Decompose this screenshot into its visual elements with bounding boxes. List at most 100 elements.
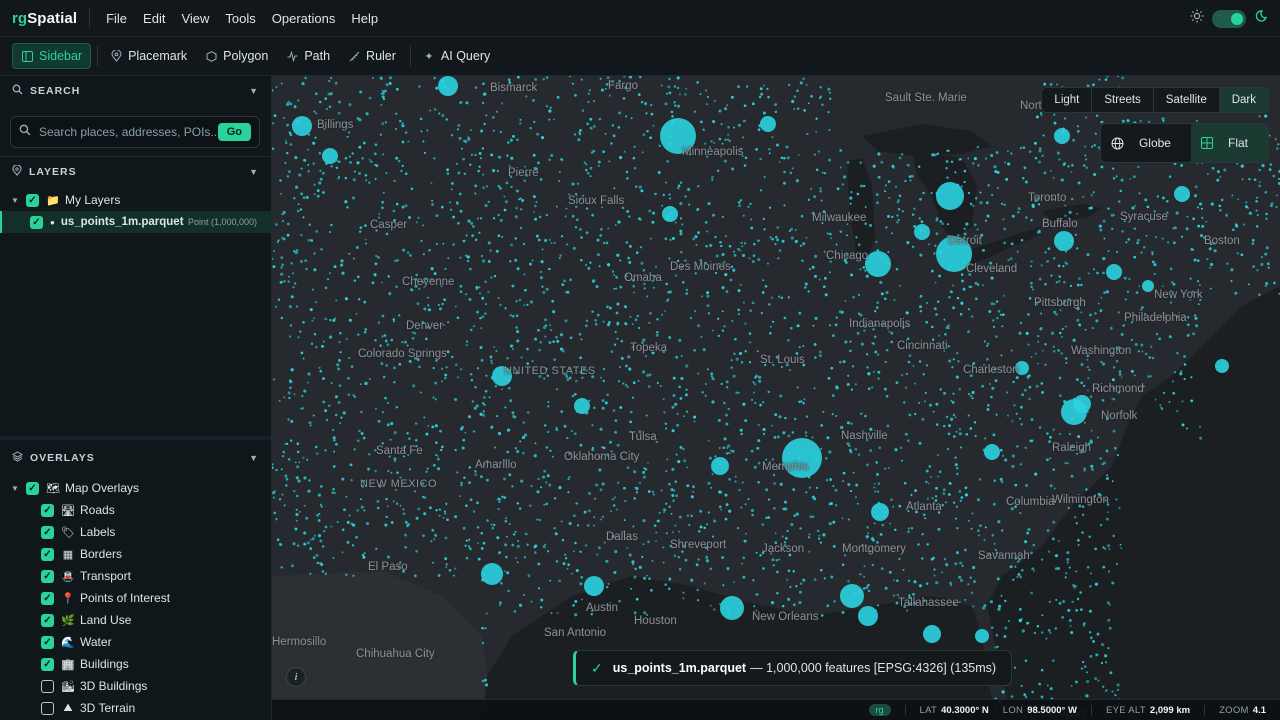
- basemap-streets-button[interactable]: Streets: [1092, 88, 1154, 112]
- map-point: [901, 374, 904, 377]
- map-point: [673, 85, 677, 88]
- map-point: [841, 517, 844, 520]
- overlay-checkbox[interactable]: ✓: [41, 657, 54, 671]
- info-icon[interactable]: i: [286, 667, 306, 687]
- map-point: [1066, 462, 1069, 465]
- overlay-group-checkbox[interactable]: ✓: [26, 481, 39, 495]
- panel-resize-handle[interactable]: [0, 436, 271, 440]
- menu-operations[interactable]: Operations: [264, 11, 344, 26]
- overlay-item[interactable]: ✓ 📍 Points of Interest: [0, 587, 271, 609]
- polygon-button[interactable]: Polygon: [197, 44, 276, 68]
- chevron-down-icon[interactable]: ▼: [249, 453, 259, 463]
- overlay-item[interactable]: ✓ 🛣 Roads: [0, 499, 271, 521]
- basemap-light-button[interactable]: Light: [1042, 88, 1093, 112]
- map-point: [1266, 262, 1270, 266]
- path-button[interactable]: Path: [278, 44, 338, 68]
- map-point: [729, 278, 733, 282]
- overlay-checkbox[interactable]: ✓: [41, 613, 54, 627]
- sidebar-toggle-button[interactable]: Sidebar: [12, 43, 92, 69]
- menu-edit[interactable]: Edit: [135, 11, 173, 26]
- map-point: [724, 517, 728, 521]
- map-point: [1085, 694, 1089, 698]
- overlay-item[interactable]: ✓ ▦ Borders: [0, 543, 271, 565]
- search-section-header[interactable]: SEARCH ▼: [0, 76, 271, 106]
- overlay-checkbox[interactable]: ✓: [41, 635, 54, 649]
- map-point: [296, 442, 300, 445]
- map-point: [380, 77, 383, 80]
- map-point: [767, 498, 771, 501]
- ai-query-button[interactable]: ✦ AI Query: [415, 44, 498, 68]
- search-input[interactable]: [39, 125, 218, 139]
- overlay-item[interactable]: ✓ 🏢 Buildings: [0, 653, 271, 675]
- map-point: [385, 232, 389, 236]
- expand-caret-icon[interactable]: ▼: [8, 196, 22, 205]
- layers-section-header[interactable]: LAYERS ▼: [0, 157, 271, 187]
- map-point: [352, 257, 355, 260]
- map-point: [1014, 483, 1018, 487]
- menu-tools[interactable]: Tools: [217, 11, 263, 26]
- map-point: [913, 382, 916, 385]
- flat-button[interactable]: Flat: [1190, 124, 1268, 162]
- overlay-checkbox[interactable]: ✓: [41, 503, 54, 517]
- map-point: [990, 153, 994, 158]
- map-point: [467, 136, 470, 139]
- chevron-down-icon[interactable]: ▼: [249, 86, 259, 96]
- overlay-item[interactable]: ⛰ 3D Terrain: [0, 697, 271, 719]
- menu-view[interactable]: View: [173, 11, 217, 26]
- map-point: [906, 609, 909, 612]
- overlay-checkbox[interactable]: ✓: [41, 525, 54, 539]
- map-point: [638, 481, 641, 484]
- overlay-checkbox[interactable]: [41, 701, 54, 715]
- globe-button[interactable]: Globe: [1101, 124, 1191, 162]
- search-go-button[interactable]: Go: [217, 123, 251, 141]
- layer-item[interactable]: ✓ ● us_points_1m.parquet Point (1,000,00…: [0, 211, 271, 233]
- basemap-dark-button[interactable]: Dark: [1219, 88, 1268, 112]
- theme-toggle[interactable]: [1212, 9, 1246, 28]
- map-point: [993, 479, 997, 483]
- map-point: [845, 234, 848, 237]
- overlays-section-header[interactable]: OVERLAYS ▼: [0, 443, 271, 473]
- map-point: [499, 218, 503, 222]
- overlay-item[interactable]: ✓ 🌊 Water: [0, 631, 271, 653]
- overlay-item[interactable]: ✓ 🌿 Land Use: [0, 609, 271, 631]
- map-point: [373, 152, 377, 156]
- map-point: [803, 286, 807, 289]
- map-point: [626, 466, 630, 470]
- placemark-button[interactable]: Placemark: [102, 44, 195, 68]
- map-point: [982, 248, 985, 252]
- basemap-satellite-button[interactable]: Satellite: [1154, 88, 1220, 112]
- map-point: [1100, 296, 1103, 299]
- metro-cluster: [574, 398, 590, 414]
- menu-file[interactable]: File: [98, 11, 135, 26]
- map-point: [874, 350, 878, 354]
- overlay-group-row[interactable]: ▼ ✓ 🗺 Map Overlays: [0, 477, 271, 499]
- map-canvas[interactable]: [272, 76, 1280, 720]
- map-point: [302, 321, 305, 324]
- overlay-checkbox[interactable]: ✓: [41, 547, 54, 561]
- layer-group-checkbox[interactable]: ✓: [26, 193, 39, 207]
- map-place-label: Cheyenne: [402, 276, 455, 288]
- map-point: [493, 274, 497, 278]
- overlay-item[interactable]: ✓ 🏷 Labels: [0, 521, 271, 543]
- chevron-down-icon[interactable]: ▼: [249, 167, 259, 177]
- map-point: [381, 410, 385, 414]
- expand-caret-icon[interactable]: ▼: [8, 484, 22, 493]
- map-point: [600, 518, 603, 521]
- overlay-checkbox[interactable]: ✓: [41, 591, 54, 605]
- overlay-item[interactable]: ✓ 🚇 Transport: [0, 565, 271, 587]
- map-point: [697, 185, 700, 188]
- map-point: [548, 109, 552, 113]
- menu-help[interactable]: Help: [343, 11, 386, 26]
- overlay-checkbox[interactable]: [41, 679, 54, 693]
- map-point: [1104, 78, 1108, 81]
- map-point: [321, 344, 324, 348]
- overlay-item[interactable]: 🏙 3D Buildings: [0, 675, 271, 697]
- map-place-label: Norfolk: [1101, 410, 1138, 422]
- map-view[interactable]: BismarckFargoSault Ste. MarieNorthOttawa…: [272, 76, 1280, 720]
- overlay-checkbox[interactable]: ✓: [41, 569, 54, 583]
- layer-group-row[interactable]: ▼ ✓ 📁 My Layers: [0, 189, 271, 211]
- ruler-button[interactable]: Ruler: [340, 44, 404, 68]
- map-point: [478, 286, 481, 289]
- layer-checkbox[interactable]: ✓: [30, 215, 43, 229]
- map-point: [402, 248, 406, 252]
